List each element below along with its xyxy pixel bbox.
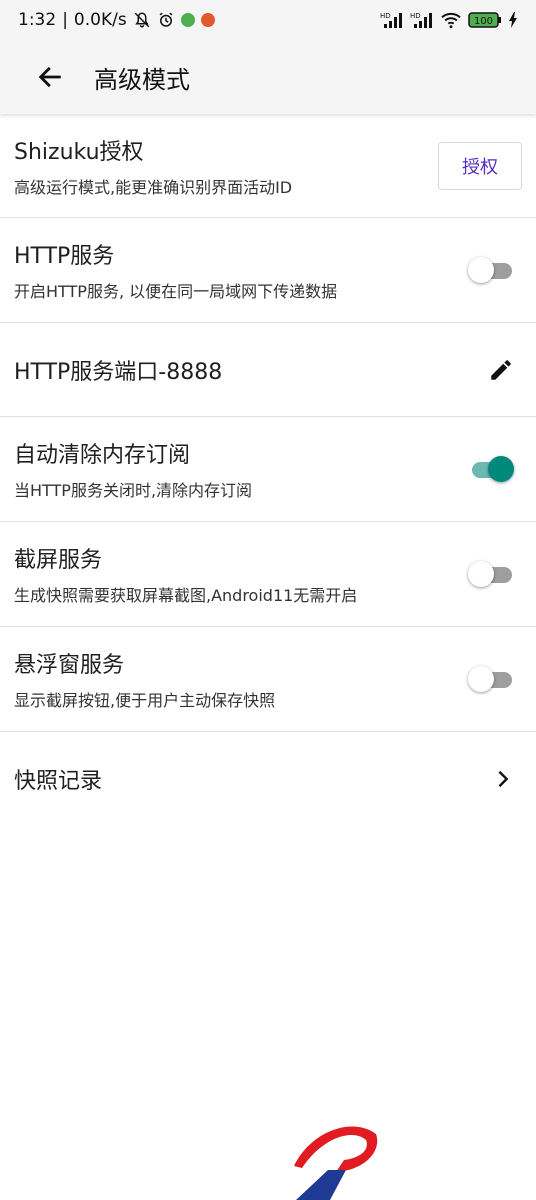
app-bar: 高级模式 [0,40,536,114]
floating-window-row[interactable]: 悬浮窗服务 显示截屏按钮,便于用户主动保存快照 [0,627,536,732]
shizuku-text: Shizuku授权 高级运行模式,能更准确识别界面活动ID [14,134,292,198]
floating-window-toggle[interactable] [468,664,514,694]
http-service-title: HTTP服务 [14,244,115,269]
toggle-thumb [468,666,494,692]
watermark-logo [294,1126,378,1200]
http-port-row[interactable]: HTTP服务端口-8888 [0,323,536,417]
charging-bolt-icon [509,12,517,28]
authorize-button[interactable]: 授权 [438,141,522,190]
status-bar: 1:32 | 0.0K/s HD HD 100 [0,0,536,40]
screenshot-service-title: 截屏服务 [14,548,103,573]
status-time: 1:32 [18,10,57,30]
floating-window-text: 悬浮窗服务 显示截屏按钮,便于用户主动保存快照 [14,647,275,711]
mute-bell-icon [134,12,149,28]
screenshot-service-row[interactable]: 截屏服务 生成快照需要获取屏幕截图,Android11无需开启 [0,522,536,627]
cell-signal-1-icon: HD [380,12,402,28]
snapshot-records-row[interactable]: 快照记录 [0,732,536,826]
screenshot-service-toggle[interactable] [468,559,514,589]
chevron-right-icon [498,770,509,788]
screenshot-service-text: 截屏服务 生成快照需要获取屏幕截图,Android11无需开启 [14,542,357,606]
shizuku-title: Shizuku授权 [14,139,144,165]
screenshot-service-subtitle: 生成快照需要获取屏幕截图,Android11无需开启 [14,586,358,605]
signal-hd-label-1: HD [380,12,391,20]
floating-window-subtitle: 显示截屏按钮,便于用户主动保存快照 [14,691,276,710]
red-notification-icon [200,13,215,27]
status-left: 1:32 | 0.0K/s [18,10,215,30]
status-right: HD HD 100 [380,11,518,29]
toggle-thumb [488,456,514,482]
cell-signal-2-icon: HD [410,12,432,28]
status-divider: | [62,10,68,30]
alarm-clock-icon [159,12,173,27]
settings-list: Shizuku授权 高级运行模式,能更准确识别界面活动ID 授权 HTTP服务 … [0,114,536,826]
toggle-thumb [468,257,494,283]
auto-clear-row[interactable]: 自动清除内存订阅 当HTTP服务关闭时,清除内存订阅 [0,417,536,522]
snapshot-records-title: 快照记录 [14,769,103,794]
green-notification-icon [180,13,195,27]
http-service-text: HTTP服务 开启HTTP服务, 以便在同一局域网下传递数据 [14,238,337,302]
toggle-thumb [468,561,494,587]
back-button[interactable] [24,51,76,103]
http-service-subtitle: 开启HTTP服务, 以便在同一局域网下传递数据 [14,282,338,301]
shizuku-subtitle: 高级运行模式,能更准确识别界面活动ID [14,177,293,197]
http-service-toggle[interactable] [468,255,514,285]
battery-level: 100 [474,16,493,27]
shizuku-row: Shizuku授权 高级运行模式,能更准确识别界面活动ID 授权 [0,114,536,218]
battery-icon: 100 [468,12,501,28]
auto-clear-subtitle: 当HTTP服务关闭时,清除内存订阅 [14,481,253,500]
page-title: 高级模式 [94,65,190,94]
arrow-left-icon [38,66,61,88]
http-service-row[interactable]: HTTP服务 开启HTTP服务, 以便在同一局域网下传递数据 [0,218,536,323]
floating-window-title: 悬浮窗服务 [14,653,125,678]
signal-hd-label-2: HD [410,12,421,20]
auto-clear-toggle[interactable] [468,454,514,484]
wifi-icon [441,12,461,29]
auto-clear-title: 自动清除内存订阅 [14,443,191,468]
auto-clear-text: 自动清除内存订阅 当HTTP服务关闭时,清除内存订阅 [14,437,252,501]
edit-pencil-icon[interactable] [488,357,514,383]
http-port-title: HTTP服务端口-8888 [14,359,223,385]
status-net-speed: 0.0K/s [73,10,127,30]
